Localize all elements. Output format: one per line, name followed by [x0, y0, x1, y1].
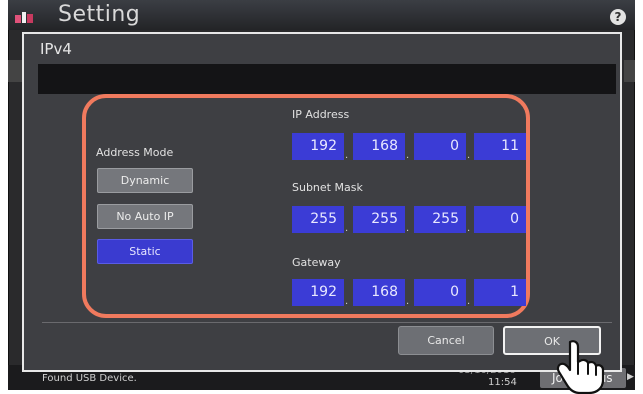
background-strip: [8, 60, 22, 82]
subnet-octet-2[interactable]: 255: [353, 206, 405, 233]
octet-separator: .: [345, 150, 349, 161]
window-title: Setting: [58, 2, 141, 27]
subnet-mask-label: Subnet Mask: [292, 181, 363, 194]
address-mode-label: Address Mode: [96, 146, 174, 159]
octet-separator: .: [467, 223, 471, 234]
octet-separator: .: [345, 223, 349, 234]
octet-separator: .: [406, 150, 410, 161]
pointing-hand-icon: [556, 340, 605, 394]
ip-octet-3[interactable]: 0: [414, 133, 466, 160]
subnet-octet-3[interactable]: 255: [414, 206, 466, 233]
gateway-octet-3[interactable]: 0: [414, 279, 466, 306]
subnet-octet-1[interactable]: 255: [292, 206, 344, 233]
dynamic-button[interactable]: Dynamic: [97, 168, 193, 193]
no-auto-ip-button[interactable]: No Auto IP: [97, 204, 193, 229]
ip-octet-2[interactable]: 168: [353, 133, 405, 160]
static-button[interactable]: Static: [97, 239, 193, 264]
dialog-title: IPv4: [40, 40, 72, 58]
ip-address-label: IP Address: [292, 108, 350, 121]
gateway-octet-1[interactable]: 192: [292, 279, 344, 306]
octet-separator: .: [406, 223, 410, 234]
gateway-octet-4[interactable]: 1: [474, 279, 526, 306]
subnet-octet-4[interactable]: 0: [474, 206, 526, 233]
octet-separator: .: [406, 296, 410, 307]
status-time: 11:54: [488, 377, 517, 388]
setting-icon: [15, 12, 33, 23]
ip-octet-1[interactable]: 192: [292, 133, 344, 160]
octet-separator: .: [467, 296, 471, 307]
background-strip: [624, 60, 635, 82]
octet-separator: .: [467, 150, 471, 161]
dialog-divider: [42, 322, 612, 323]
dialog-header-bar: [38, 64, 616, 94]
ip-octet-4[interactable]: 11: [474, 133, 526, 160]
help-button[interactable]: ?: [610, 9, 626, 25]
arrow-right-icon: ▶: [627, 372, 634, 382]
gateway-label: Gateway: [292, 256, 341, 269]
status-message: Found USB Device.: [42, 373, 137, 384]
cancel-button[interactable]: Cancel: [398, 326, 494, 355]
octet-separator: .: [345, 296, 349, 307]
gateway-octet-2[interactable]: 168: [353, 279, 405, 306]
